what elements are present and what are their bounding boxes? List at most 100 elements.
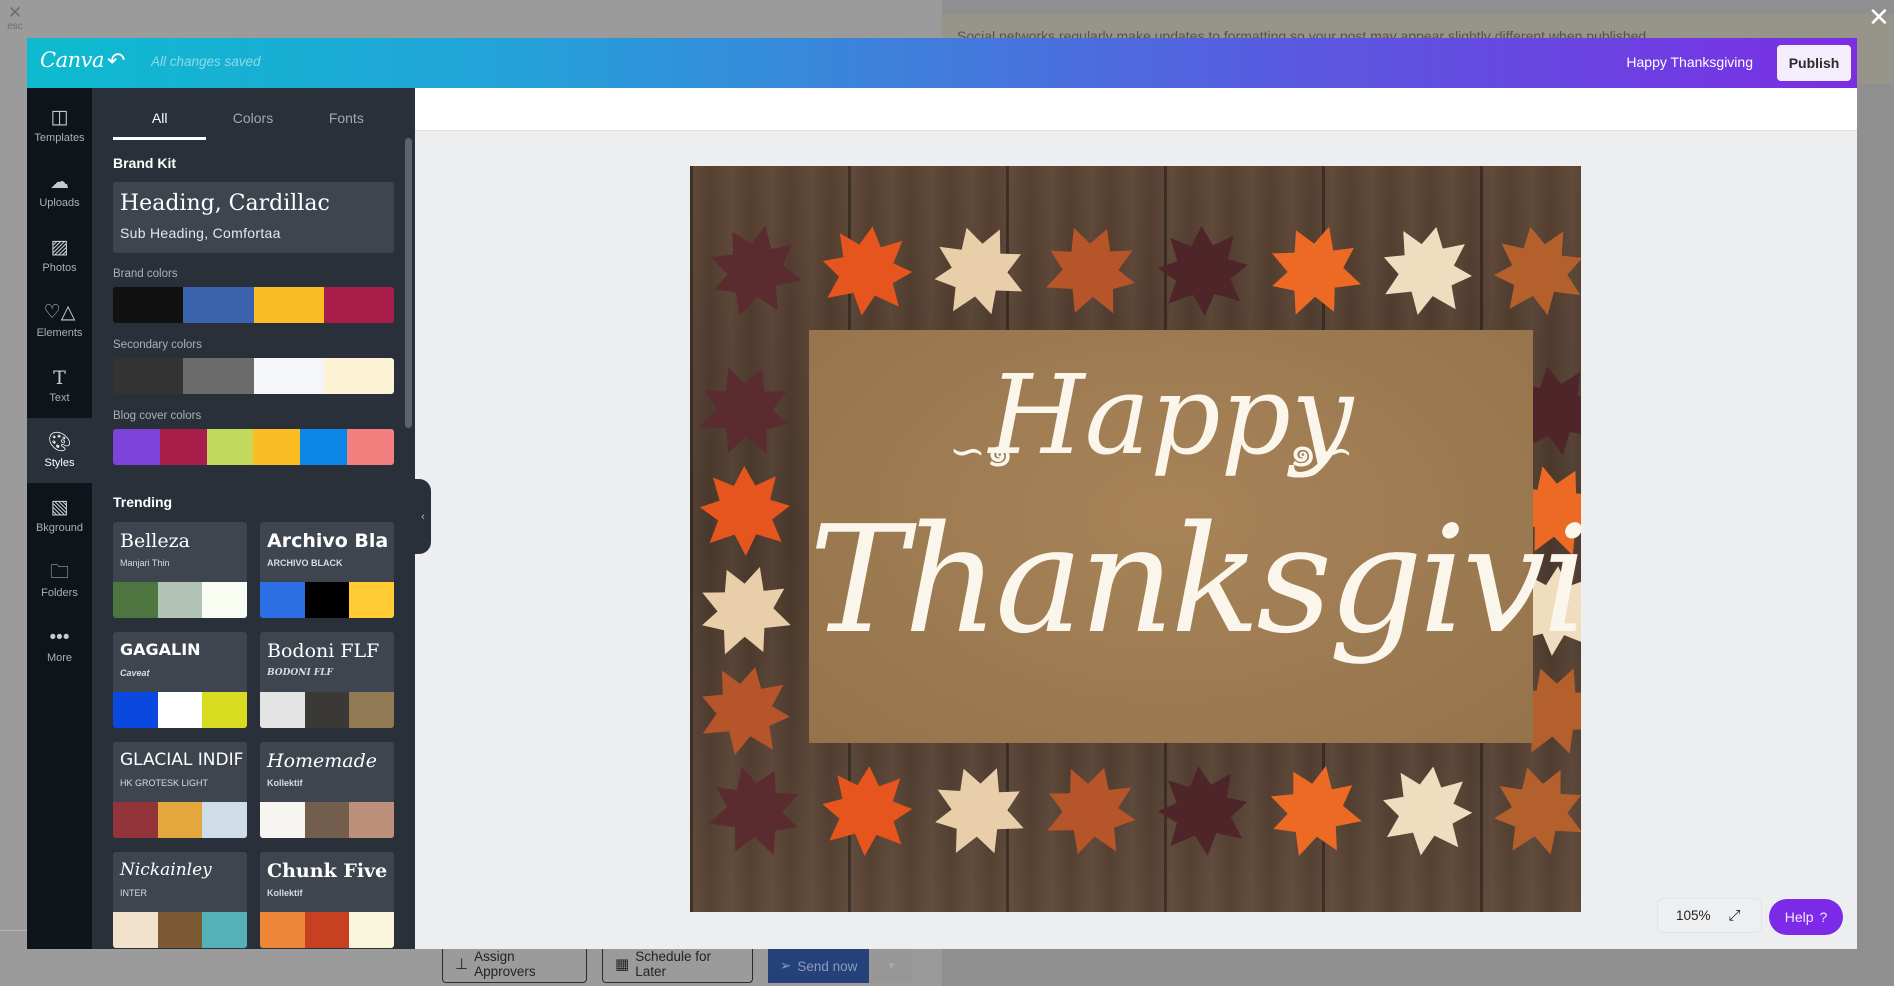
color-swatch: [202, 582, 247, 618]
secondary-colors-palette[interactable]: [113, 358, 394, 394]
color-swatch[interactable]: [183, 358, 254, 394]
color-swatch: [349, 802, 394, 838]
help-button[interactable]: Help ?: [1769, 899, 1843, 935]
color-swatch[interactable]: [253, 429, 301, 465]
leaf-decoration: [820, 764, 915, 859]
send-now-button[interactable]: ➢ Send now: [768, 949, 869, 983]
close-modal-icon[interactable]: ✕: [1868, 2, 1890, 32]
sidebar-item-background[interactable]: ▧ Bkground: [27, 483, 92, 548]
color-swatch[interactable]: [183, 287, 254, 323]
trending-style-card[interactable]: Homemade Kollektif: [260, 742, 394, 838]
send-icon: ➢: [780, 958, 792, 973]
leaf-decoration: [1255, 211, 1375, 331]
canva-logo: Canva: [40, 48, 105, 72]
tab-fonts[interactable]: Fonts: [300, 88, 393, 140]
style-subfont-name: Kollektif: [267, 778, 303, 788]
shapes-icon: ♡△: [43, 302, 76, 323]
leaf-decoration: [817, 221, 917, 321]
leaf-decoration: [695, 751, 815, 871]
color-swatch[interactable]: [113, 358, 184, 394]
document-title[interactable]: Happy Thanksgiving: [1626, 54, 1753, 70]
brand-colors-title: Brand colors: [113, 268, 178, 280]
color-swatch[interactable]: [323, 358, 394, 394]
sidebar-item-templates[interactable]: ◫ Templates: [27, 93, 92, 158]
brand-kit-fonts-card[interactable]: Heading, Cardillac Sub Heading, Comforta…: [113, 182, 394, 253]
leaf-decoration: [690, 352, 804, 469]
canvas-text-happy: Happy: [988, 351, 1354, 479]
style-palette: [260, 582, 394, 618]
color-swatch[interactable]: [159, 429, 207, 465]
send-options-dropdown[interactable]: ▼: [870, 949, 913, 983]
color-swatch: [260, 582, 305, 618]
trending-style-card[interactable]: Archivo Bla ARCHIVO BLACK: [260, 522, 394, 618]
color-swatch: [202, 692, 247, 728]
trending-style-card[interactable]: Chunk Five Kollektif: [260, 852, 394, 948]
question-icon: ?: [1819, 909, 1828, 925]
color-swatch[interactable]: [347, 429, 394, 465]
leaf-decoration: [923, 215, 1034, 326]
style-font-name: GLACIAL INDIF: [120, 750, 244, 770]
panel-scrollbar[interactable]: [405, 138, 412, 428]
fullscreen-icon[interactable]: ⤢: [1729, 907, 1741, 924]
color-swatch: [349, 912, 394, 948]
more-icon: •••: [49, 627, 70, 648]
trending-style-card[interactable]: GAGALIN Caveat: [113, 632, 247, 728]
help-label: Help: [1784, 909, 1814, 925]
style-subfont-name: HK GROTESK LIGHT: [120, 778, 209, 788]
esc-close-button[interactable]: ✕ esc: [4, 4, 26, 33]
save-status: All changes saved: [151, 54, 261, 69]
stamp-icon: ⊥: [455, 956, 469, 973]
sidebar-item-folders[interactable]: 🗀 Folders: [27, 548, 92, 613]
color-swatch[interactable]: [300, 429, 348, 465]
design-canvas-image[interactable]: ∽๑ Happy ๑∽ Thanksgiving: [690, 166, 1581, 912]
publish-button[interactable]: Publish: [1777, 45, 1851, 81]
sidebar-item-styles[interactable]: 🎨︎ Styles: [27, 418, 92, 483]
blog-cover-colors-palette[interactable]: [113, 429, 394, 465]
send-now-label: Send now: [797, 958, 858, 974]
color-swatch[interactable]: [323, 287, 394, 323]
leaf-decoration: [1154, 762, 1253, 861]
style-palette: [113, 802, 247, 838]
brand-heading-font: Heading, Cardillac: [120, 191, 330, 216]
brand-colors-palette[interactable]: [113, 287, 394, 323]
color-swatch: [113, 582, 158, 618]
brand-subheading-font: Sub Heading, Comfortaa: [120, 225, 281, 241]
color-swatch[interactable]: [113, 287, 184, 323]
send-extra-area: [913, 949, 941, 983]
color-swatch: [260, 912, 305, 948]
color-swatch[interactable]: [253, 287, 324, 323]
trending-style-card[interactable]: Belleza Manjari Thin: [113, 522, 247, 618]
tab-colors[interactable]: Colors: [206, 88, 299, 140]
undo-icon[interactable]: ↶: [107, 48, 125, 74]
canva-editor-modal: Canva ↶ All changes saved Happy Thanksgi…: [27, 38, 1857, 949]
color-swatch[interactable]: [113, 429, 160, 465]
trending-style-card[interactable]: Nickainley INTER: [113, 852, 247, 948]
color-swatch: [260, 692, 305, 728]
schedule-later-button[interactable]: ▦ Schedule for Later: [602, 946, 753, 983]
right-flourish: ๑∽: [1289, 426, 1354, 477]
style-subfont-name: Kollektif: [267, 888, 303, 898]
color-swatch[interactable]: [253, 358, 324, 394]
zoom-level[interactable]: 105%: [1676, 908, 1711, 923]
sidebar-item-uploads[interactable]: ☁ Uploads: [27, 158, 92, 223]
sidebar-item-photos[interactable]: ▨ Photos: [27, 223, 92, 288]
color-swatch[interactable]: [206, 429, 254, 465]
sidebar-item-more[interactable]: ••• More: [27, 613, 92, 678]
sidebar-item-label: Photos: [42, 262, 77, 274]
sidebar-rail: ◫ Templates ☁ Uploads ▨ Photos ♡△ Elemen…: [27, 88, 92, 949]
collapse-panel-button[interactable]: ‹: [415, 479, 431, 554]
sidebar-item-text[interactable]: T Text: [27, 353, 92, 418]
chevron-down-icon: ▼: [886, 960, 897, 972]
trending-style-card[interactable]: Bodoni FLF BODONI FLF: [260, 632, 394, 728]
color-swatch: [157, 802, 203, 838]
panel-tabs: All Colors Fonts: [113, 88, 393, 140]
divider: [0, 930, 27, 931]
tab-all[interactable]: All: [113, 88, 207, 140]
trending-style-card[interactable]: GLACIAL INDIF HK GROTESK LIGHT: [113, 742, 247, 838]
assign-approvers-button[interactable]: ⊥ Assign Approvers: [442, 946, 587, 983]
secondary-colors-title: Secondary colors: [113, 339, 202, 351]
sidebar-item-label: Templates: [34, 132, 85, 144]
sidebar-item-elements[interactable]: ♡△ Elements: [27, 288, 92, 353]
assign-approvers-label: Assign Approvers: [474, 949, 536, 979]
close-icon: ✕: [7, 3, 23, 22]
